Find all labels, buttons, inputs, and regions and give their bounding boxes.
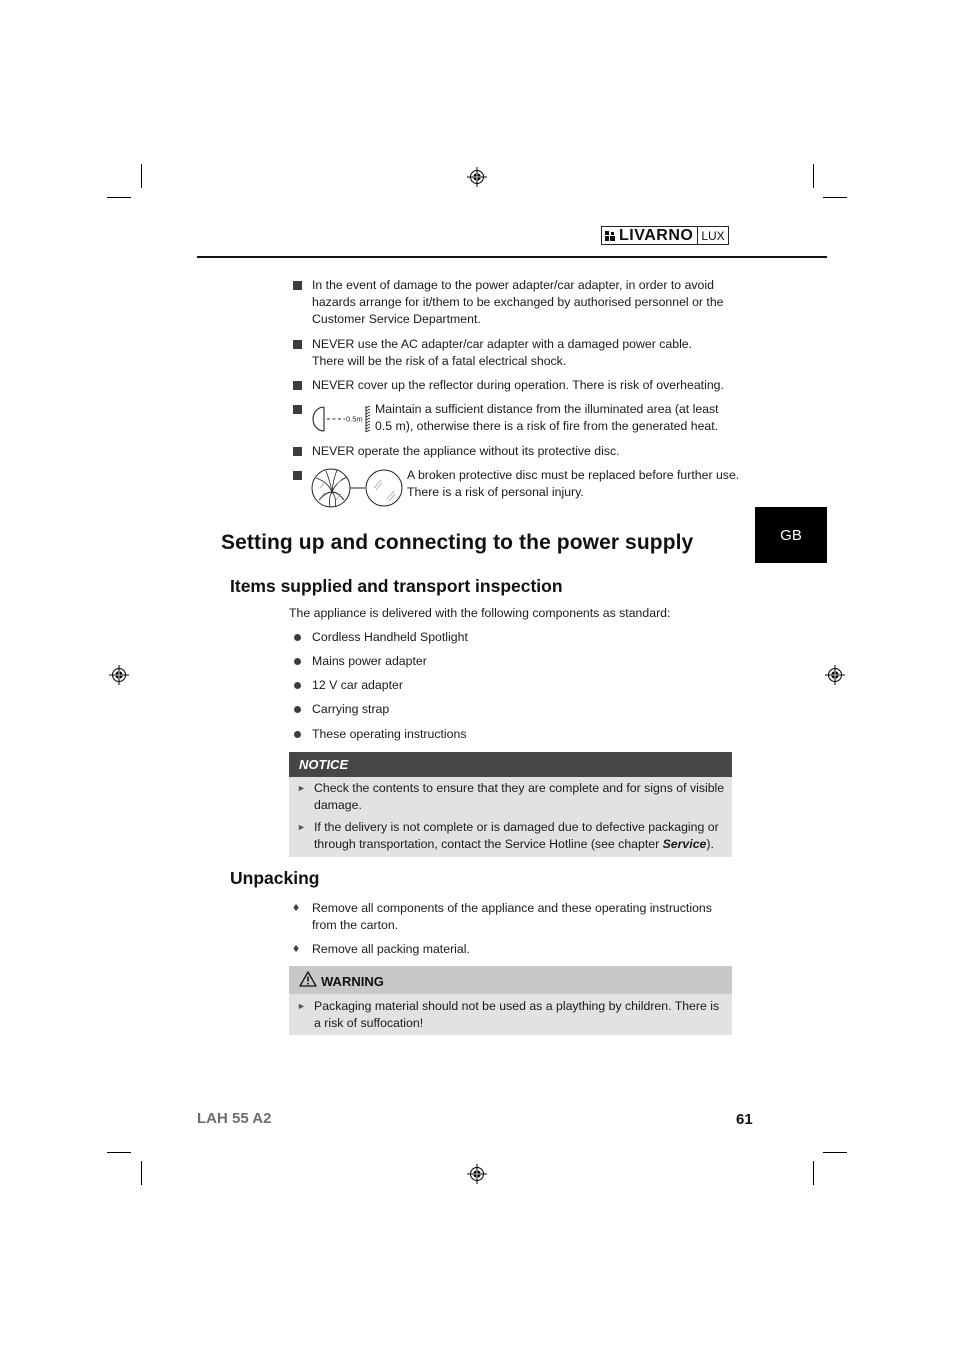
warning-text: a risk of suffocation! [314,1016,424,1030]
dot-bullet-icon [294,658,301,665]
safety-text: Customer Service Department. [312,312,481,326]
diamond-bullet-icon: ♦ [293,900,300,914]
list-item-text: Cordless Handheld Spotlight [312,630,468,644]
brand-suffix: LUX [698,226,729,245]
dot-bullet-icon [294,731,301,738]
notice-text: If the delivery is not complete or is da… [314,820,719,834]
language-tab: GB [755,507,827,563]
section-title: Setting up and connecting to the power s… [221,531,694,554]
arrow-right-icon: ► [297,783,306,793]
registration-mark-icon [467,167,487,187]
safety-text: NEVER operate the appliance without its … [312,444,620,458]
list-item-text: 12 V car adapter [312,678,403,692]
safety-text: 0.5 m), otherwise there is a risk of fir… [375,419,719,433]
safety-text: NEVER use the AC adapter/car adapter wit… [312,337,693,351]
square-bullet-icon [293,447,302,456]
broken-disc-icon [311,468,403,508]
registration-mark-icon [825,665,845,685]
model-number: LAH 55 A2 [197,1110,272,1127]
list-item-text: from the carton. [312,918,399,932]
diamond-bullet-icon: ♦ [293,941,300,955]
safety-text: A broken protective disc must be replace… [407,468,740,482]
distance-0.5m-icon: 0.5m [312,405,371,433]
warning-text: Packaging material should not be used as… [314,999,720,1013]
safety-text: hazards arrange for it/them to be exchan… [312,295,724,309]
dot-bullet-icon [294,706,301,713]
list-item-text: Remove all packing material. [312,942,470,956]
list-item-text: Mains power adapter [312,654,427,668]
logo-mark-icon [605,230,615,241]
arrow-right-icon: ► [297,1001,306,1011]
language-tab-label: GB [780,526,802,544]
items-supplied-heading: Items supplied and transport inspection [230,576,563,596]
brand-name: LIVARNO [619,226,694,244]
brand-logo: LIVARNO LUX [601,226,729,246]
svg-text:0.5m: 0.5m [346,415,363,424]
notice-text: Check the contents to ensure that they a… [314,781,725,795]
dot-bullet-icon [294,682,301,689]
chapter-reference: Service [662,837,707,851]
square-bullet-icon [293,281,302,290]
square-bullet-icon [293,471,302,480]
safety-text: In the event of damage to the power adap… [312,278,714,292]
dot-bullet-icon [294,634,301,641]
page-number: 61 [736,1111,753,1128]
warning-header: WARNING [289,966,732,994]
arrow-right-icon: ► [297,822,306,832]
safety-text: Maintain a sufficient distance from the … [375,402,719,416]
safety-text: There is a risk of personal injury. [407,485,584,499]
header-rule [197,256,827,258]
notice-label: NOTICE [299,757,349,772]
warning-label: WARNING [321,974,384,989]
list-item-text: Carrying strap [312,702,390,716]
notice-text: damage. [314,798,362,812]
list-item-text: Remove all components of the appliance a… [312,901,712,915]
square-bullet-icon [293,381,302,390]
safety-text: NEVER cover up the reflector during oper… [312,378,724,392]
warning-triangle-icon [299,971,317,987]
warning-body: ► Packaging material should not be used … [289,994,732,1035]
square-bullet-icon [293,405,302,414]
notice-header: NOTICE [289,752,732,777]
unpacking-heading: Unpacking [230,868,320,888]
safety-text: There will be the risk of a fatal electr… [312,354,567,368]
items-supplied-intro: The appliance is delivered with the foll… [289,606,671,620]
registration-mark-icon [109,665,129,685]
square-bullet-icon [293,340,302,349]
notice-body: ► Check the contents to ensure that they… [289,777,732,857]
list-item-text: These operating instructions [312,727,467,741]
notice-text: through transportation, contact the Serv… [314,837,714,851]
registration-mark-icon [467,1164,487,1184]
